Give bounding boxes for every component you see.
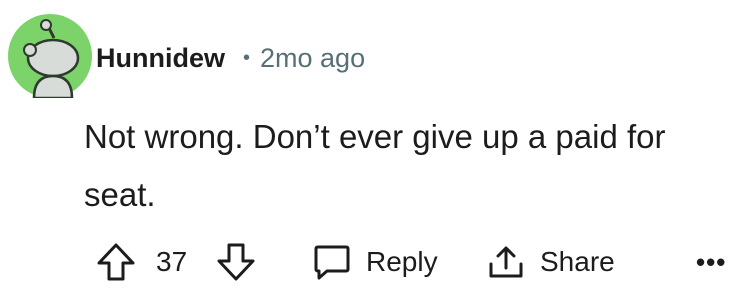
comment-timestamp[interactable]: 2mo ago — [260, 43, 365, 74]
username-link[interactable]: Hunnidew — [96, 43, 225, 74]
reply-button[interactable]: Reply — [312, 234, 438, 290]
comment-meta: Hunnidew • 2mo ago — [96, 38, 365, 78]
comment: Hunnidew • 2mo ago Not wrong. Don’t ever… — [0, 0, 742, 298]
comment-body: Not wrong. Don’t ever give up a paid for… — [84, 118, 666, 213]
comment-action-bar: 37 Reply Share ••• — [84, 234, 734, 290]
reply-label: Reply — [366, 246, 438, 277]
snoo-avatar-icon — [8, 14, 92, 100]
more-options-icon: ••• — [696, 246, 727, 277]
speech-bubble-icon — [314, 245, 350, 280]
more-options-button[interactable]: ••• — [696, 234, 726, 290]
arrow-down-icon — [217, 243, 255, 281]
downvote-button[interactable] — [214, 234, 258, 290]
share-button[interactable]: Share — [486, 234, 615, 290]
user-avatar[interactable] — [8, 14, 92, 100]
share-icon — [489, 246, 523, 278]
share-label: Share — [540, 246, 615, 277]
vote-count: 37 — [156, 246, 188, 277]
arrow-up-icon — [97, 243, 135, 281]
meta-separator: • — [243, 46, 251, 69]
upvote-button[interactable] — [94, 234, 138, 290]
